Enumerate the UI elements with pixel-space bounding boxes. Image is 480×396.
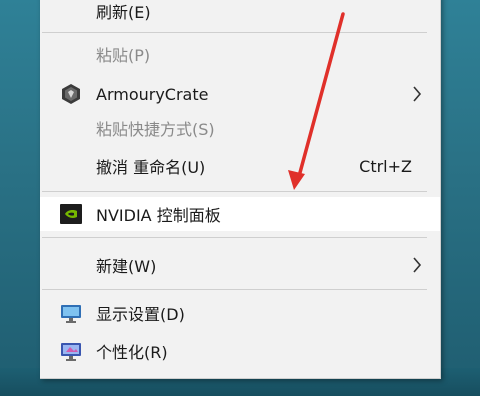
menu-item-undo-rename[interactable]: 撤消 重命名(U) Ctrl+Z: [40, 149, 440, 183]
menu-item-label: 新建(W): [96, 257, 157, 276]
nvidia-icon: [60, 204, 82, 224]
menu-item-display-settings[interactable]: 显示设置(D): [40, 296, 440, 330]
menu-separator: [42, 191, 427, 192]
display-monitor-icon: [61, 305, 81, 323]
menu-item-paste[interactable]: 粘贴(P): [40, 37, 440, 71]
menu-item-refresh[interactable]: 刷新(E): [40, 0, 440, 28]
menu-item-label: 粘贴快捷方式(S): [96, 120, 215, 139]
menu-item-label: 粘贴(P): [96, 46, 151, 65]
chevron-right-icon: [413, 257, 422, 273]
menu-item-label: ArmouryCrate: [96, 84, 209, 104]
menu-item-label: 刷新(E): [96, 3, 151, 22]
menu-item-label: 个性化(R): [96, 343, 168, 362]
menu-item-new[interactable]: 新建(W): [40, 248, 440, 282]
menu-item-label: 显示设置(D): [96, 305, 185, 324]
menu-separator: [42, 289, 427, 290]
menu-item-nvidia-control-panel[interactable]: NVIDIA 控制面板: [40, 197, 440, 231]
menu-item-label: 撤消 重命名(U): [96, 158, 206, 177]
menu-item-shortcut: Ctrl+Z: [359, 156, 412, 176]
menu-item-armoury-crate[interactable]: ArmouryCrate: [40, 77, 440, 111]
context-menu: 刷新(E) 粘贴(P) ArmouryCrate 粘贴快捷方式(S) 撤消 重命…: [40, 0, 441, 379]
menu-separator: [42, 237, 427, 238]
personalize-monitor-icon: [61, 343, 81, 361]
menu-separator: [42, 32, 427, 33]
menu-item-personalize[interactable]: 个性化(R): [40, 334, 440, 368]
menu-item-paste-shortcut[interactable]: 粘贴快捷方式(S): [40, 111, 440, 145]
chevron-right-icon: [413, 86, 422, 102]
menu-item-label: NVIDIA 控制面板: [96, 206, 221, 225]
armoury-crate-icon: [62, 84, 80, 104]
